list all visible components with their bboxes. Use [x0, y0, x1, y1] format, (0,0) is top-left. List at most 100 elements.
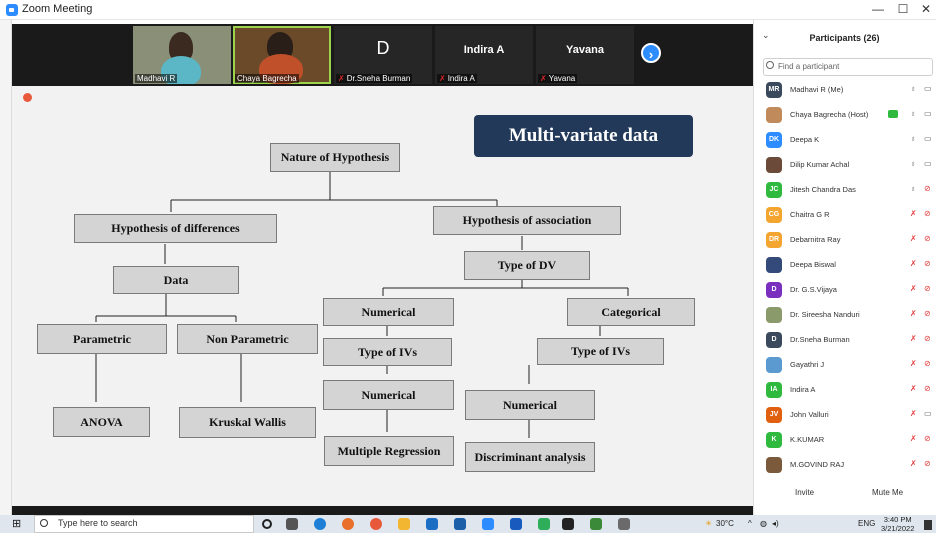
- edge-icon[interactable]: [314, 518, 326, 530]
- video-icon[interactable]: ▭: [924, 409, 932, 418]
- avatar: [766, 157, 782, 173]
- mic-muted-icon[interactable]: ✗: [910, 434, 917, 443]
- avatar: JV: [766, 407, 782, 423]
- network-icon[interactable]: ◍: [760, 519, 767, 528]
- notification-icon[interactable]: [924, 520, 932, 530]
- tray-overflow-icon[interactable]: ^: [748, 519, 752, 528]
- video-off-icon[interactable]: ⊘: [924, 284, 931, 293]
- node-numerical-ivs: Numerical: [319, 376, 454, 410]
- participant-row[interactable]: Gayathri J ✗ ⊘: [764, 354, 936, 379]
- file-explorer-icon[interactable]: [398, 518, 410, 530]
- video-icon[interactable]: ▭: [924, 84, 932, 93]
- firefox-icon[interactable]: [342, 518, 354, 530]
- video-icon[interactable]: ▭: [924, 134, 932, 143]
- language-indicator[interactable]: ENG: [858, 519, 875, 528]
- mic-muted-icon[interactable]: ✗: [910, 309, 917, 318]
- mic-icon[interactable]: ♁: [910, 184, 916, 193]
- document-app-icon[interactable]: [618, 518, 630, 530]
- invite-button[interactable]: Invite: [795, 488, 814, 497]
- participant-name: Debarnitra Ray: [790, 235, 841, 244]
- mic-muted-icon[interactable]: ✗: [910, 384, 917, 393]
- participant-row[interactable]: DR Debarnitra Ray ✗ ⊘: [764, 229, 936, 254]
- video-icon[interactable]: ▭: [924, 159, 932, 168]
- participant-row[interactable]: D Dr.Sneha Burman ✗ ⊘: [764, 329, 936, 354]
- mic-muted-icon[interactable]: ✗: [910, 459, 917, 468]
- node-type-of-ivs-categorical: Type of IVs: [533, 334, 664, 365]
- mic-icon[interactable]: ♁: [910, 84, 916, 93]
- mail-icon[interactable]: [454, 518, 466, 530]
- node-nature-of-hypothesis: Nature of Hypothesis: [266, 139, 400, 172]
- participant-row[interactable]: Deepa Biswal ✗ ⊘: [764, 254, 936, 279]
- windows-start-icon[interactable]: ⊞: [12, 517, 21, 530]
- participant-row[interactable]: M.GOVIND RAJ ✗ ⊘: [764, 454, 936, 479]
- participants-header: Participants (26): [809, 33, 880, 43]
- mic-muted-icon[interactable]: ✗: [910, 209, 917, 218]
- app-icon[interactable]: [562, 518, 574, 530]
- task-view-icon[interactable]: [286, 518, 298, 530]
- participant-name: Chaitra G R: [790, 210, 830, 219]
- video-off-icon[interactable]: ⊘: [924, 209, 931, 218]
- video-icon[interactable]: ▭: [924, 109, 932, 118]
- participant-row[interactable]: K K.KUMAR ✗ ⊘: [764, 429, 936, 454]
- taskbar-search-placeholder: Type here to search: [58, 518, 138, 528]
- mic-icon[interactable]: ♁: [910, 109, 916, 118]
- participant-row[interactable]: Chaya Bagrecha (Host) ♁ ▭: [764, 104, 936, 129]
- participant-row[interactable]: DK Deepa K ♁ ▭: [764, 129, 936, 154]
- word-icon[interactable]: [510, 518, 522, 530]
- clock-time: 3:40 PM: [883, 515, 912, 524]
- mic-muted-icon[interactable]: ✗: [910, 409, 917, 418]
- node-numerical-ivs-categorical: Numerical: [461, 386, 595, 420]
- participant-row[interactable]: CG Chaitra G R ✗ ⊘: [764, 204, 936, 229]
- green-app-icon[interactable]: [538, 518, 550, 530]
- taskbar-clock[interactable]: 3:40 PM 3/21/2022: [881, 515, 914, 533]
- participant-search-input[interactable]: Find a participant: [763, 58, 933, 76]
- avatar: [766, 107, 782, 123]
- avatar: D: [766, 332, 782, 348]
- mic-muted-icon[interactable]: ✗: [910, 284, 917, 293]
- mic-muted-icon[interactable]: ✗: [910, 259, 917, 268]
- cortana-icon[interactable]: [262, 519, 272, 529]
- node-numerical-dv: Numerical: [319, 294, 454, 326]
- store-icon[interactable]: [426, 518, 438, 530]
- chrome-icon[interactable]: [370, 518, 382, 530]
- weather-temp[interactable]: 30°C: [716, 519, 734, 528]
- mic-icon[interactable]: ♁: [910, 159, 916, 168]
- search-icon: [40, 519, 48, 527]
- participant-name: Deepa Biswal: [790, 260, 836, 269]
- participant-name: Dr.Sneha Burman: [790, 335, 850, 344]
- participant-row[interactable]: Dilip Kumar Achal ♁ ▭: [764, 154, 936, 179]
- video-off-icon[interactable]: ⊘: [924, 184, 931, 193]
- video-off-icon[interactable]: ⊘: [924, 434, 931, 443]
- participant-name: Chaya Bagrecha (Host): [790, 110, 869, 119]
- participant-row[interactable]: IA Indira A ✗ ⊘: [764, 379, 936, 404]
- node-type-of-ivs-numerical: Type of IVs: [319, 334, 452, 366]
- avatar: [766, 257, 782, 273]
- participant-name: Madhavi R (Me): [790, 85, 844, 94]
- mic-muted-icon[interactable]: ✗: [910, 359, 917, 368]
- participant-name: Dilip Kumar Achal: [790, 160, 850, 169]
- video-off-icon[interactable]: ⊘: [924, 359, 931, 368]
- video-off-icon[interactable]: ⊘: [924, 459, 931, 468]
- network-app-icon[interactable]: [590, 518, 602, 530]
- video-off-icon[interactable]: ⊘: [924, 234, 931, 243]
- participant-row[interactable]: MR Madhavi R (Me) ♁ ▭: [764, 79, 936, 104]
- video-off-icon[interactable]: ⊘: [924, 309, 931, 318]
- mic-muted-icon[interactable]: ✗: [910, 234, 917, 243]
- node-type-of-dv: Type of DV: [460, 247, 590, 280]
- volume-icon[interactable]: ◂): [772, 519, 779, 528]
- video-off-icon[interactable]: ⊘: [924, 334, 931, 343]
- mic-icon[interactable]: ♁: [910, 134, 916, 143]
- weather-icon[interactable]: ☀: [705, 519, 712, 528]
- video-off-icon[interactable]: ⊘: [924, 384, 931, 393]
- participant-row[interactable]: JC Jitesh Chandra Das ♁ ⊘: [764, 179, 936, 204]
- participant-row[interactable]: Dr. Sireesha Nanduri ✗ ⊘: [764, 304, 936, 329]
- participant-row[interactable]: JV John Valluri ✗ ▭: [764, 404, 936, 429]
- share-bottom-bar: [12, 506, 753, 515]
- node-hypothesis-of-association: Hypothesis of association: [429, 202, 621, 235]
- avatar: JC: [766, 182, 782, 198]
- participant-row[interactable]: D Dr. G.S.Vijaya ✗ ⊘: [764, 279, 936, 304]
- video-off-icon[interactable]: ⊘: [924, 259, 931, 268]
- zoom-taskbar-icon[interactable]: [482, 518, 494, 530]
- mic-muted-icon[interactable]: ✗: [910, 334, 917, 343]
- mute-me-button[interactable]: Mute Me: [872, 488, 903, 497]
